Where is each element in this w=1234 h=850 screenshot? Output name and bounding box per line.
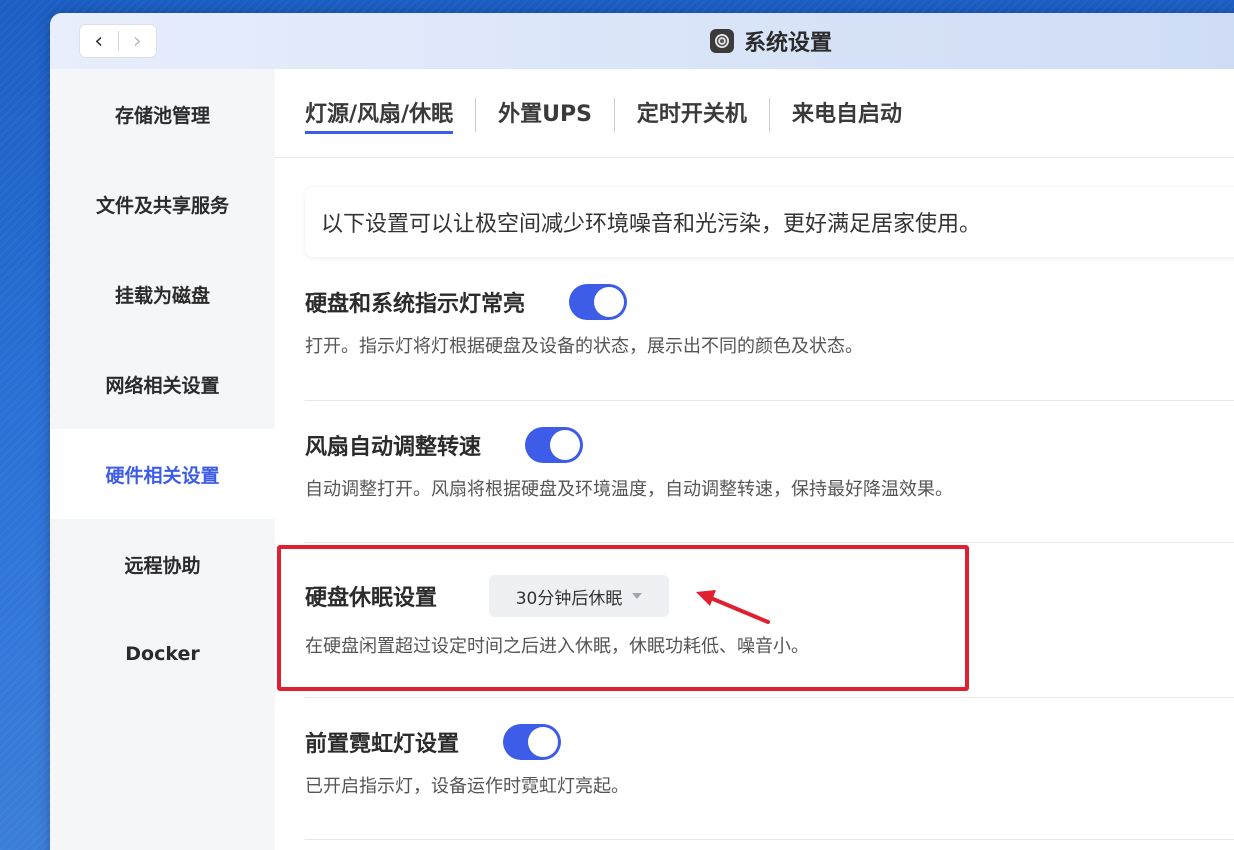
setting-disk-sleep: 硬盘休眠设置 30分钟后休眠 在硬盘闲置超过设定时间之后进入休眠，休眠功耗低、噪… — [305, 574, 1234, 658]
toggle-knob — [528, 727, 559, 757]
nav-buttons: ‹ › — [80, 25, 156, 57]
notice-banner: 以下设置可以让极空间减少环境噪音和光污染，更好满足居家使用。 — [305, 187, 1234, 257]
toggle-knob — [550, 430, 581, 460]
tab-separator — [475, 98, 477, 132]
setting-neon-title: 前置霓虹灯设置 — [305, 732, 460, 757]
tab-bar: 灯源/风扇/休眠 外置UPS 定时开关机 来电自启动 — [305, 95, 902, 135]
tab-separator — [768, 98, 770, 132]
setting-neon-desc: 已开启指示灯，设备运作时霓虹灯亮起。 — [305, 776, 629, 797]
sidebar-item-label: 存储池管理 — [114, 104, 210, 127]
sleep-time-select[interactable]: 30分钟后休眠 — [489, 575, 670, 617]
tab-external-ups[interactable]: 外置UPS — [498, 96, 592, 134]
toggle-knob — [594, 287, 625, 317]
sidebar-item-label: 远程协助 — [124, 554, 201, 577]
sidebar-item-hardware[interactable]: 硬件相关设置 — [50, 429, 275, 519]
sidebar-item-label: Docker — [125, 643, 200, 665]
chevron-right-icon: › — [132, 28, 142, 54]
fan-toggle[interactable] — [525, 427, 584, 463]
sidebar-item-label: 网络相关设置 — [105, 374, 220, 397]
window-title-group: 系统设置 — [710, 25, 832, 57]
setting-fan: 风扇自动调整转速 自动调整打开。风扇将根据硬盘及环境温度，自动调整转速，保持最好… — [305, 425, 1234, 501]
setting-led: 硬盘和系统指示灯常亮 打开。指示灯将灯根据硬盘及设备的状态，展示出不同的颜色及状… — [305, 282, 1234, 358]
neon-toggle[interactable] — [503, 724, 562, 760]
sidebar-item-remote-assist[interactable]: 远程协助 — [50, 519, 275, 609]
setting-title-row: 硬盘休眠设置 30分钟后休眠 — [305, 574, 1234, 618]
setting-led-title: 硬盘和系统指示灯常亮 — [305, 292, 526, 317]
sidebar-item-label: 挂载为磁盘 — [114, 284, 210, 307]
section-divider — [305, 839, 1234, 840]
sidebar-item-storage-pool[interactable]: 存储池管理 — [50, 69, 275, 159]
led-toggle[interactable] — [569, 284, 628, 320]
setting-fan-desc: 自动调整打开。风扇将根据硬盘及环境温度，自动调整转速，保持最好降温效果。 — [305, 479, 953, 500]
setting-led-desc: 打开。指示灯将灯根据硬盘及设备的状态，展示出不同的颜色及状态。 — [305, 336, 863, 357]
tab-separator — [613, 98, 615, 132]
forward-button[interactable]: › — [118, 25, 156, 57]
sidebar-item-mount-disk[interactable]: 挂载为磁盘 — [50, 249, 275, 339]
setting-sleep-desc: 在硬盘闲置超过设定时间之后进入休眠，休眠功耗低、噪音小。 — [305, 636, 809, 657]
sidebar-item-label: 文件及共享服务 — [95, 194, 229, 217]
section-divider — [305, 697, 1234, 698]
tabs-divider — [275, 157, 1234, 158]
setting-title-row: 风扇自动调整转速 — [305, 425, 1234, 465]
sidebar-item-docker[interactable]: Docker — [50, 609, 275, 699]
select-value: 30分钟后休眠 — [515, 588, 623, 609]
title-bar: ‹ › 系统设置 — [50, 13, 1234, 69]
tab-light-fan-sleep[interactable]: 灯源/风扇/休眠 — [305, 96, 454, 134]
window-title: 系统设置 — [744, 31, 833, 56]
setting-title-row: 前置霓虹灯设置 — [305, 722, 1234, 762]
settings-app-icon — [710, 29, 734, 53]
setting-title-row: 硬盘和系统指示灯常亮 — [305, 282, 1234, 322]
setting-neon: 前置霓虹灯设置 已开启指示灯，设备运作时霓虹灯亮起。 — [305, 722, 1234, 798]
section-divider — [305, 542, 1234, 543]
tab-power-on-restart[interactable]: 来电自启动 — [792, 96, 902, 134]
settings-window: ‹ › 系统设置 存储池管理 文件及共享服务 挂载为磁盘 网络相关设置 硬件相关… — [50, 13, 1234, 850]
back-button[interactable]: ‹ — [80, 25, 118, 57]
tab-scheduled-power[interactable]: 定时开关机 — [637, 96, 747, 134]
setting-fan-title: 风扇自动调整转速 — [305, 435, 482, 460]
sidebar-item-label: 硬件相关设置 — [105, 464, 220, 487]
chevron-left-icon: ‹ — [94, 28, 104, 54]
main-content: 灯源/风扇/休眠 外置UPS 定时开关机 来电自启动 以下设置可以让极空间减少环… — [275, 69, 1234, 850]
caret-down-icon — [632, 593, 643, 599]
section-divider — [305, 400, 1234, 401]
sidebar-item-network[interactable]: 网络相关设置 — [50, 339, 275, 429]
sidebar: 存储池管理 文件及共享服务 挂载为磁盘 网络相关设置 硬件相关设置 远程协助 D… — [50, 69, 275, 850]
sidebar-item-file-sharing[interactable]: 文件及共享服务 — [50, 159, 275, 249]
setting-sleep-title: 硬盘休眠设置 — [305, 586, 438, 611]
